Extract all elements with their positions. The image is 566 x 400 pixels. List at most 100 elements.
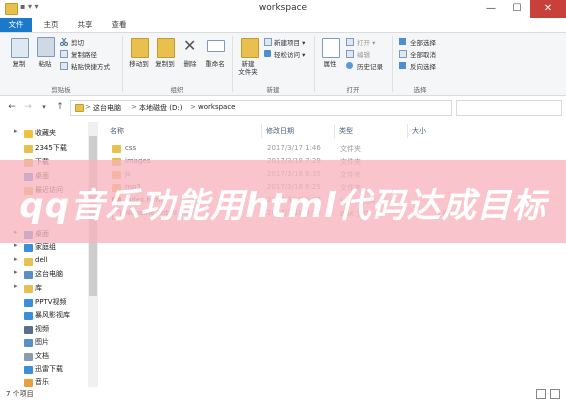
details-view-icon[interactable]	[536, 389, 546, 399]
copy-button[interactable]: 复制	[6, 60, 32, 68]
nav-item-label: 收藏夹	[35, 129, 56, 137]
select-group-label: 选择	[413, 86, 427, 94]
new-folder-button[interactable]: 新建 文件夹	[234, 60, 262, 76]
arrow-left-icon: ←	[8, 102, 16, 112]
search-input[interactable]	[456, 100, 562, 116]
paste-button[interactable]: 粘贴	[32, 60, 58, 68]
nav-item[interactable]: 文档	[0, 350, 94, 363]
easy-access-button[interactable]: 轻松访问 ▾	[274, 49, 305, 59]
copy-to-icon	[157, 38, 175, 58]
nav-item-icon	[24, 258, 33, 266]
column-header-type[interactable]: 类型	[339, 126, 353, 136]
nav-item-label: 文档	[35, 352, 49, 360]
nav-item[interactable]: 图片	[0, 336, 94, 349]
nav-item-icon	[24, 312, 33, 320]
tab-share[interactable]: 共享	[70, 18, 100, 32]
chevron-right-icon[interactable]: ▸	[14, 127, 18, 135]
address-bar[interactable]: > 这台电脑 > 本地磁盘 (D:) > workspace	[70, 100, 452, 116]
select-all-button[interactable]: 全部选择	[410, 37, 436, 47]
tab-home[interactable]: 主页	[36, 18, 66, 32]
nav-item-icon	[24, 285, 33, 293]
column-separator[interactable]	[261, 124, 262, 138]
overlay-text: qq音乐功能用html代码达成目标	[19, 186, 547, 226]
nav-item[interactable]: ▸ 收藏夹	[0, 127, 94, 140]
file-row[interactable]: css 2017/3/17 1:46 文件夹	[104, 144, 554, 155]
column-header-size[interactable]: 大小	[412, 126, 426, 136]
tab-file[interactable]: 文件	[0, 18, 32, 32]
paste-shortcut-button[interactable]: 粘贴快捷方式	[71, 61, 110, 71]
delete-button[interactable]: 删除	[178, 60, 202, 68]
rename-button[interactable]: 重命名	[202, 60, 228, 68]
title-bar: ▪ ▾ ▾ workspace — ☐ ✕	[0, 0, 566, 18]
nav-item-icon	[24, 130, 33, 138]
file-date: 2017/3/17 1:46	[267, 144, 321, 152]
folder-icon	[75, 104, 84, 112]
nav-item-label: 音乐	[35, 378, 49, 386]
nav-item-icon	[24, 244, 33, 252]
nav-item-icon	[24, 353, 33, 361]
open-icon	[346, 38, 354, 46]
select-none-button[interactable]: 全部取消	[410, 49, 436, 59]
column-separator[interactable]	[407, 124, 408, 138]
nav-item[interactable]: PPTV视频	[0, 296, 94, 309]
chevron-right-icon[interactable]: ▸	[14, 255, 18, 263]
history-button[interactable]: 历史记录	[357, 61, 383, 71]
new-item-button[interactable]: 新建项目 ▾	[274, 37, 305, 47]
nav-item[interactable]: 视频	[0, 323, 94, 336]
copy-to-button[interactable]: 复制到	[149, 60, 181, 68]
file-name: css	[125, 144, 137, 152]
nav-item[interactable]: 2345下载	[0, 142, 94, 155]
nav-item-icon	[24, 271, 33, 279]
item-count: 7 个项目	[6, 390, 34, 398]
nav-item-label: 家庭组	[35, 243, 56, 251]
new-item-icon	[264, 38, 272, 46]
nav-item-icon	[24, 326, 33, 334]
close-button[interactable]: ✕	[530, 0, 566, 18]
chevron-right-icon[interactable]: ▸	[14, 268, 18, 276]
delete-icon: ✕	[183, 36, 197, 55]
open-button[interactable]: 打开 ▾	[357, 37, 375, 47]
breadcrumb-workspace[interactable]: workspace	[198, 103, 235, 111]
properties-button[interactable]: 属性	[318, 60, 342, 68]
nav-item-label: 图片	[35, 338, 49, 346]
nav-item[interactable]: 迅雷下载	[0, 363, 94, 376]
new-group-label: 新建	[266, 86, 280, 94]
maximize-button[interactable]: ☐	[504, 0, 530, 18]
breadcrumb-local-disk[interactable]: 本地磁盘 (D:)	[139, 103, 182, 113]
copy-icon	[11, 38, 29, 58]
nav-item-icon	[24, 145, 33, 153]
copy-path-button[interactable]: 复制路径	[71, 49, 97, 59]
nav-item[interactable]: 暴风影视库	[0, 309, 94, 322]
folder-icon	[112, 145, 121, 153]
invert-selection-button[interactable]: 反向选择	[410, 61, 436, 71]
tab-view[interactable]: 查看	[104, 18, 134, 32]
recent-locations-button[interactable]: ▾	[38, 101, 50, 113]
column-separator[interactable]	[334, 124, 335, 138]
chevron-right-icon[interactable]: ▸	[14, 282, 18, 290]
edit-button[interactable]: 编辑	[357, 49, 370, 59]
column-header-date[interactable]: 修改日期	[266, 126, 294, 136]
select-none-icon	[399, 50, 407, 58]
arrow-right-icon: →	[24, 102, 32, 112]
thumbnail-view-icon[interactable]	[550, 389, 560, 399]
minimize-button[interactable]: —	[478, 0, 504, 18]
move-to-icon	[131, 38, 149, 58]
breadcrumb-this-pc[interactable]: 这台电脑	[93, 103, 121, 113]
forward-button[interactable]: →	[22, 101, 34, 113]
open-group-label: 打开	[346, 86, 360, 94]
column-header-name[interactable]: 名称	[110, 126, 124, 136]
breadcrumb-separator: >	[131, 103, 137, 111]
nav-item-icon	[24, 379, 33, 387]
cut-button[interactable]: 剪切	[71, 37, 84, 47]
nav-item-label: 暴风影视库	[35, 311, 70, 319]
nav-item-icon	[24, 366, 33, 374]
nav-item-label: dell	[35, 256, 48, 264]
nav-item[interactable]: ▸ 库	[0, 282, 94, 295]
organize-group-label: 组织	[170, 86, 184, 94]
back-button[interactable]: ←	[6, 101, 18, 113]
nav-item[interactable]: ▸ dell	[0, 255, 94, 268]
nav-item[interactable]: ▸ 这台电脑	[0, 268, 94, 281]
nav-item-label: PPTV视频	[35, 298, 67, 306]
up-button[interactable]: ↑	[54, 101, 66, 113]
file-type: 文件夹	[340, 145, 361, 153]
